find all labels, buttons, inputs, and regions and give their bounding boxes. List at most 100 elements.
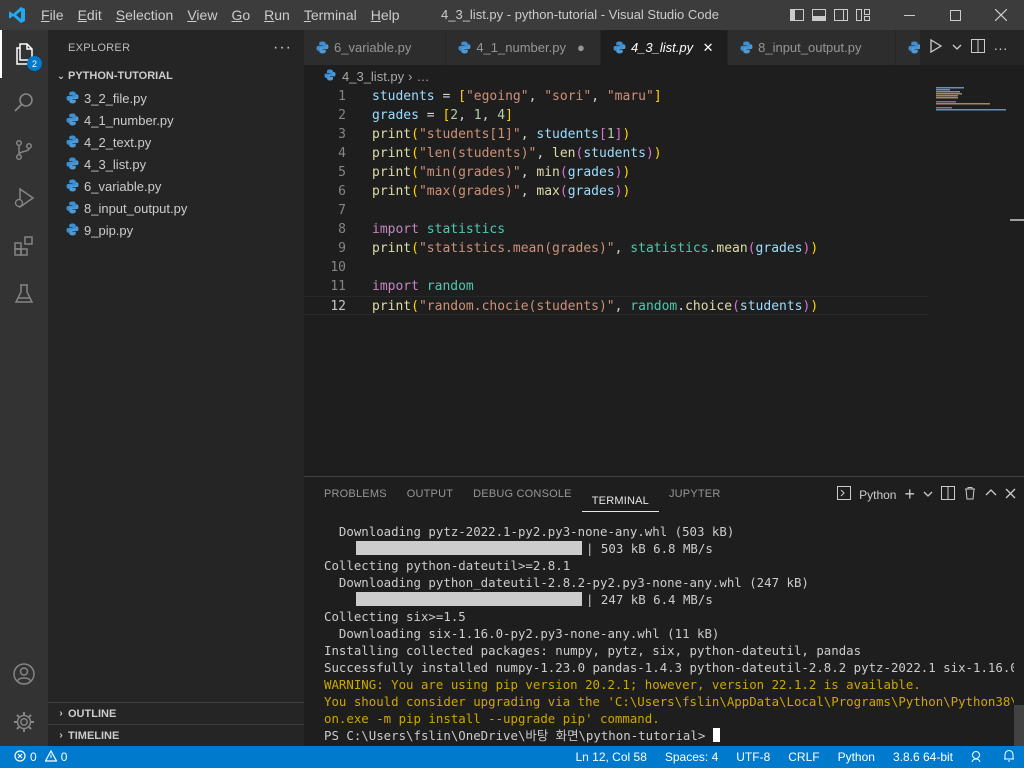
warning-icon: [44, 749, 58, 765]
python-file-icon: [66, 113, 80, 127]
bottom-panel: PROBLEMS OUTPUT DEBUG CONSOLE TERMINAL J…: [304, 476, 1024, 747]
status-right: Ln 12, Col 58 Spaces: 4 UTF-8 CRLF Pytho…: [566, 746, 1024, 768]
more-actions-icon[interactable]: ···: [273, 39, 292, 57]
sidebar-file-item[interactable]: 4_3_list.py: [48, 153, 304, 175]
tab-output[interactable]: OUTPUT: [397, 477, 463, 512]
cursor-position[interactable]: Ln 12, Col 58: [566, 750, 655, 764]
minimize-icon[interactable]: [886, 0, 932, 30]
scrollbar-cursor-marker: [1010, 219, 1024, 221]
trash-icon[interactable]: [963, 486, 977, 503]
tab-problems[interactable]: PROBLEMS: [314, 477, 397, 512]
terminal-warning-line: You should consider upgrading via the 'C…: [324, 694, 1014, 709]
terminal-output[interactable]: Downloading pytz-2022.1-py2.py3-none-any…: [324, 523, 1014, 744]
code-line: 4 print("len(students)", len(students)): [304, 144, 929, 163]
menu-bar: File Edit Selection View Go Run Terminal…: [34, 0, 407, 30]
breadcrumb-symbol[interactable]: …: [417, 69, 430, 84]
terminal-warning-line: WARNING: You are using pip version 20.2.…: [324, 677, 921, 692]
chevron-down-icon[interactable]: [923, 488, 933, 502]
sidebar-file-item[interactable]: 4_2_text.py: [48, 131, 304, 153]
menu-selection[interactable]: Selection: [109, 0, 181, 30]
minimap[interactable]: [936, 87, 1014, 127]
folder-root[interactable]: ⌄ PYTHON-TUTORIAL: [48, 65, 304, 87]
code-editor[interactable]: 1 students = ["egoing", "sori", "maru"] 2…: [304, 87, 1024, 476]
menu-run[interactable]: Run: [257, 0, 297, 30]
sidebar-file-item[interactable]: 9_pip.py: [48, 219, 304, 241]
add-terminal-icon[interactable]: +: [904, 484, 915, 505]
terminal-warning-line: on.exe -m pip install --upgrade pip' com…: [324, 711, 660, 726]
maximize-window-icon[interactable]: [932, 0, 978, 30]
language-mode[interactable]: Python: [829, 750, 884, 764]
menu-terminal[interactable]: Terminal: [297, 0, 364, 30]
problems-status[interactable]: 0 0: [0, 749, 67, 765]
tab-terminal[interactable]: TERMINAL: [581, 484, 659, 512]
sidebar-file-item[interactable]: 4_1_number.py: [48, 109, 304, 131]
line-number: 8: [338, 222, 346, 237]
extensions-icon[interactable]: [0, 222, 48, 270]
source-control-icon[interactable]: [0, 126, 48, 174]
line-ending[interactable]: CRLF: [779, 750, 828, 764]
encoding[interactable]: UTF-8: [727, 750, 779, 764]
close-tab-icon[interactable]: ✕: [699, 40, 717, 56]
file-name: 4_2_text.py: [84, 134, 152, 150]
terminal-prompt-line[interactable]: PS C:\Users\fslin\OneDrive\바탕 화면\python-…: [324, 727, 1014, 744]
sidebar-file-item[interactable]: 3_2_file.py: [48, 87, 304, 109]
code-line: 5 print("min(grades)", min(grades)): [304, 163, 929, 182]
sidebar-file-item[interactable]: 6_variable.py: [48, 175, 304, 197]
tab-debug-console[interactable]: DEBUG CONSOLE: [463, 477, 582, 512]
file-name: 8_input_output.py: [84, 200, 188, 216]
testing-icon[interactable]: [0, 270, 48, 318]
editor-tab[interactable]: 6_variable.py: [304, 30, 447, 65]
search-icon[interactable]: [0, 78, 48, 126]
more-actions-icon[interactable]: ···: [994, 40, 1008, 56]
editor-tab[interactable]: 4_3_list.py ✕: [600, 30, 729, 65]
window-controls: [886, 0, 1024, 30]
toggle-panel-icon[interactable]: [811, 7, 827, 23]
terminal-line: Downloading python_dateutil-2.8.2-py2.py…: [324, 575, 809, 590]
terminal-shell-name[interactable]: Python: [859, 488, 896, 502]
title-bar: File Edit Selection View Go Run Terminal…: [0, 0, 1024, 30]
python-file-icon: [66, 201, 80, 215]
toggle-sidebar-icon[interactable]: [789, 7, 805, 23]
tab-jupyter[interactable]: JUPYTER: [659, 477, 731, 512]
line-number: 1: [338, 89, 346, 104]
breadcrumb-file[interactable]: 4_3_list.py: [342, 69, 404, 84]
python-interpreter[interactable]: 3.8.6 64-bit: [884, 750, 962, 764]
menu-edit[interactable]: Edit: [71, 0, 109, 30]
bell-icon[interactable]: [994, 749, 1024, 765]
indentation[interactable]: Spaces: 4: [656, 750, 727, 764]
sidebar-title: EXPLORER: [68, 41, 131, 54]
python-file-icon: [66, 135, 80, 149]
split-editor-icon[interactable]: [970, 39, 985, 56]
python-file-icon: [740, 41, 754, 55]
editor-tab[interactable]: 4_1_number.py ●: [446, 30, 601, 65]
breadcrumb: 4_3_list.py › …: [304, 65, 1024, 87]
menu-go[interactable]: Go: [224, 0, 257, 30]
timeline-section[interactable]: › TIMELINE: [48, 724, 304, 746]
menu-file[interactable]: File: [34, 0, 71, 30]
sidebar-file-item[interactable]: 8_input_output.py: [48, 197, 304, 219]
run-debug-icon[interactable]: [0, 174, 48, 222]
close-window-icon[interactable]: [978, 0, 1024, 30]
outline-section[interactable]: › OUTLINE: [48, 702, 304, 724]
status-bar: 0 0 Ln 12, Col 58 Spaces: 4 UTF-8 CRLF P…: [0, 746, 1024, 768]
files-icon[interactable]: 2: [0, 30, 48, 78]
chevron-down-icon[interactable]: [952, 40, 962, 55]
close-icon[interactable]: [1005, 488, 1016, 502]
feedback-icon[interactable]: [962, 750, 994, 765]
file-name: 9_pip.py: [84, 222, 134, 238]
run-icon[interactable]: [929, 38, 943, 56]
terminal-scrollbar[interactable]: [1014, 705, 1024, 747]
terminal-prompt: PS C:\Users\fslin\OneDrive\바탕 화면\python-…: [324, 728, 713, 743]
customize-layout-icon[interactable]: [855, 7, 871, 23]
file-name: 6_variable.py: [84, 178, 162, 194]
editor-tab[interactable]: 8_input_output.py: [728, 30, 897, 65]
maximize-icon[interactable]: [985, 487, 997, 502]
account-icon[interactable]: [0, 650, 48, 698]
editor-actions: ···: [920, 30, 1016, 65]
split-terminal-icon[interactable]: [941, 486, 955, 503]
settings-gear-icon[interactable]: [0, 698, 48, 746]
editor-tabs: 6_variable.py 4_1_number.py ● 4_3_list.py ✕ 8…: [304, 30, 1024, 65]
menu-view[interactable]: View: [180, 0, 224, 30]
code-line: 9 print("statistics.mean(grades)", statis…: [304, 239, 929, 258]
toggle-secondary-sidebar-icon[interactable]: [833, 7, 849, 23]
